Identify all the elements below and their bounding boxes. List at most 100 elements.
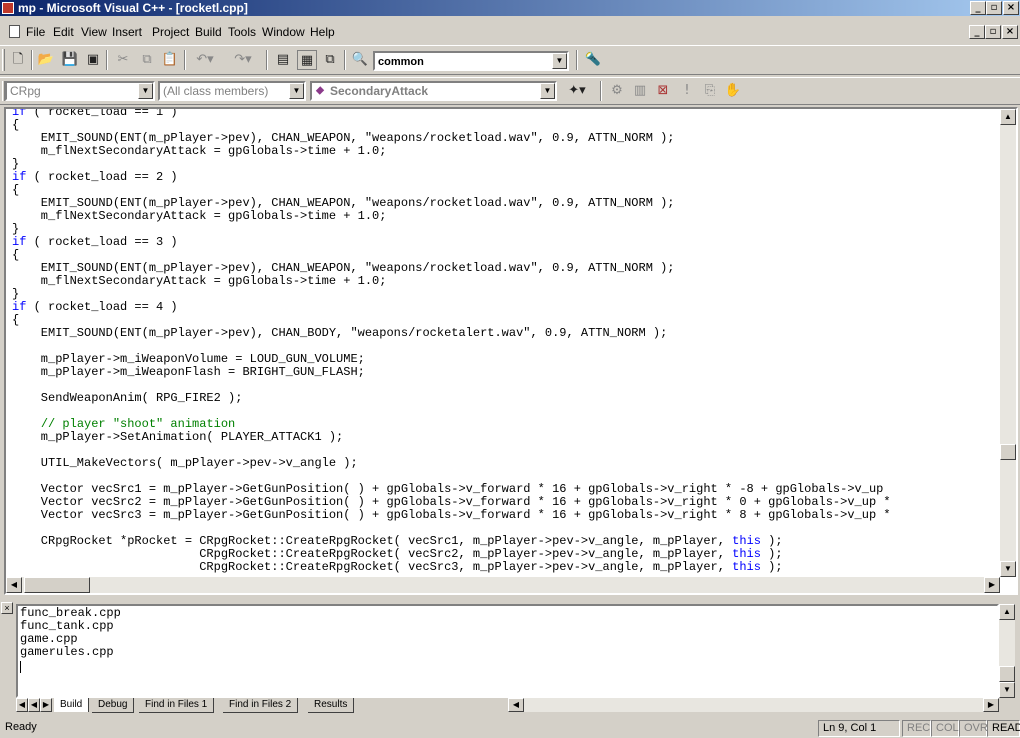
members-combo[interactable]: (All class members) ▼ (158, 81, 306, 101)
code-segment: CRpgRocket *pRocket = CRpgRocket::Create… (12, 534, 733, 548)
mdi-minimize-button[interactable]: _ (969, 25, 985, 39)
tab-find-in-files-1[interactable]: Find in Files 1 (139, 698, 215, 713)
scroll-right-icon[interactable]: ▶ (983, 698, 999, 712)
menu-window[interactable]: Window (262, 25, 305, 39)
document-icon[interactable] (9, 25, 20, 38)
output-list[interactable]: func_break.cpp func_tank.cpp game.cpp ga… (16, 604, 999, 698)
workspace-icon[interactable]: ▤ (273, 50, 293, 70)
save-icon[interactable]: 💾 (60, 50, 80, 70)
code-line[interactable]: if ( rocket_load == 3 ) (12, 236, 891, 249)
output-line[interactable]: gamerules.cpp (20, 646, 114, 659)
stop-build-icon[interactable]: ⊠ (653, 81, 673, 101)
breakpoint-hand-icon[interactable]: ✋ (723, 81, 743, 101)
scroll-left-icon[interactable]: ◀ (6, 577, 22, 593)
scroll-down-icon[interactable]: ▼ (999, 682, 1015, 698)
tab-next-icon[interactable]: ▶ (40, 698, 52, 712)
minimize-button[interactable]: _ (970, 1, 986, 15)
code-viewport[interactable]: if ( rocket_load == 1 ){ EMIT_SOUND(ENT(… (6, 109, 1000, 577)
code-line[interactable]: m_pPlayer->SetAnimation( PLAYER_ATTACK1 … (12, 431, 891, 444)
menu-help[interactable]: Help (310, 25, 335, 39)
code-line[interactable]: if ( rocket_load == 4 ) (12, 301, 891, 314)
mdi-close-button[interactable]: × (1002, 25, 1018, 39)
close-icon: × (1006, 2, 1016, 13)
status-bar: Ready Ln 9, Col 1 REC COL OVR READ (0, 718, 1020, 738)
tab-results[interactable]: Results (308, 698, 355, 713)
new-file-icon[interactable]: 🗋 (8, 50, 28, 70)
col-indicator: COL (931, 720, 959, 737)
output-close-icon[interactable]: × (1, 602, 13, 614)
execute-icon[interactable]: ! (677, 81, 697, 101)
dropdown-arrow-icon[interactable]: ▼ (289, 83, 304, 99)
status-text: Ready (5, 721, 37, 733)
close-button[interactable]: × (1003, 1, 1019, 15)
tab-find-in-files-2[interactable]: Find in Files 2 (223, 698, 299, 713)
code-line[interactable]: m_pPlayer->m_iWeaponFlash = BRIGHT_GUN_F… (12, 366, 891, 379)
scroll-down-icon[interactable]: ▼ (1000, 561, 1016, 577)
code-line[interactable]: m_flNextSecondaryAttack = gpGlobals->tim… (12, 275, 891, 288)
find-icon[interactable]: 🔦 (583, 50, 603, 70)
mdi-restore-button[interactable]: ▫ (985, 25, 1001, 39)
menu-build[interactable]: Build (195, 25, 222, 39)
code-line[interactable]: EMIT_SOUND(ENT(m_pPlayer->pev), CHAN_BOD… (12, 327, 891, 340)
redo-icon[interactable]: ↷▾ (228, 50, 258, 70)
restore-icon: ▫ (990, 2, 998, 13)
scroll-up-icon[interactable]: ▲ (1000, 109, 1016, 125)
code-line[interactable]: if ( rocket_load == 1 ) (12, 109, 891, 119)
dropdown-arrow-icon[interactable]: ▼ (540, 83, 555, 99)
code-segment: ( rocket_load == 3 ) (26, 235, 178, 249)
code-line[interactable]: Vector vecSrc3 = m_pPlayer->GetGunPositi… (12, 509, 891, 522)
editor-horizontal-scrollbar[interactable]: ◀ ▶ (6, 577, 1000, 593)
dropdown-arrow-icon[interactable]: ▼ (138, 83, 153, 99)
code-line[interactable]: m_flNextSecondaryAttack = gpGlobals->tim… (12, 145, 891, 158)
menu-tools[interactable]: Tools (228, 25, 256, 39)
menu-view[interactable]: View (81, 25, 107, 39)
window-list-icon[interactable]: ⧉ (320, 50, 340, 70)
scroll-up-icon[interactable]: ▲ (999, 604, 1015, 620)
horizontal-scroll-thumb[interactable] (24, 577, 90, 593)
open-folder-icon[interactable]: 📂 (36, 50, 56, 70)
app-icon[interactable] (2, 2, 14, 14)
go-icon[interactable]: ⎘ (700, 81, 720, 101)
code-segment: m_pPlayer->m_iWeaponVolume = LOUD_GUN_VO… (12, 352, 365, 366)
build-icon[interactable]: ▥ (630, 81, 650, 101)
class-combo[interactable]: CRpg ▼ (5, 81, 155, 101)
code-editor[interactable]: if ( rocket_load == 1 ){ EMIT_SOUND(ENT(… (4, 107, 1018, 595)
code-segment: m_pPlayer->SetAnimation( PLAYER_ATTACK1 … (12, 430, 344, 444)
read-indicator: READ (987, 720, 1020, 737)
copy-icon[interactable]: ⧉ (137, 50, 157, 70)
cut-icon[interactable]: ✂ (113, 50, 133, 70)
editor-vertical-scrollbar[interactable]: ▲ ▼ (1000, 109, 1016, 577)
code-line[interactable]: m_flNextSecondaryAttack = gpGlobals->tim… (12, 210, 891, 223)
output-horizontal-scrollbar[interactable]: ◀ ▶ (508, 698, 999, 712)
wizard-action-icon[interactable]: ✦▾ (561, 81, 593, 101)
compile-icon[interactable]: ⚙ (607, 81, 627, 101)
restore-button[interactable]: ▫ (986, 1, 1002, 15)
menu-edit[interactable]: Edit (53, 25, 74, 39)
undo-icon[interactable]: ↶▾ (190, 50, 220, 70)
paste-icon[interactable]: 📋 (160, 50, 180, 70)
vertical-scroll-thumb[interactable] (999, 666, 1015, 682)
find-in-files-icon[interactable]: 🔍 (350, 50, 370, 70)
menu-project[interactable]: Project (152, 25, 189, 39)
scroll-left-icon[interactable]: ◀ (508, 698, 524, 712)
tab-first-icon[interactable]: ◀ (16, 698, 28, 712)
output-vertical-scrollbar[interactable]: ▲ ▼ (999, 604, 1015, 698)
title-bar[interactable]: mp - Microsoft Visual C++ - [rocketl.cpp… (0, 0, 1020, 16)
tab-prev-icon[interactable]: ◀ (28, 698, 40, 712)
find-combo[interactable]: common ▼ (373, 51, 569, 71)
menu-insert[interactable]: Insert (112, 25, 142, 39)
tab-debug[interactable]: Debug (92, 698, 135, 713)
vertical-scroll-thumb[interactable] (1000, 444, 1016, 460)
tab-build[interactable]: Build (54, 698, 90, 712)
output-window-icon[interactable]: ▦ (297, 50, 317, 70)
menu-file[interactable]: File (26, 25, 45, 39)
toolbar-grip[interactable] (2, 49, 5, 71)
dropdown-arrow-icon[interactable]: ▼ (552, 53, 567, 69)
function-combo[interactable]: SecondaryAttack ▼ (310, 81, 557, 101)
code-line[interactable]: if ( rocket_load == 2 ) (12, 171, 891, 184)
code-line[interactable]: CRpgRocket::CreateRpgRocket( vecSrc3, m_… (12, 561, 891, 574)
save-all-icon[interactable]: ▣ (83, 50, 103, 70)
code-line[interactable]: UTIL_MakeVectors( m_pPlayer->pev->v_angl… (12, 457, 891, 470)
scroll-right-icon[interactable]: ▶ (984, 577, 1000, 593)
code-line[interactable]: SendWeaponAnim( RPG_FIRE2 ); (12, 392, 891, 405)
